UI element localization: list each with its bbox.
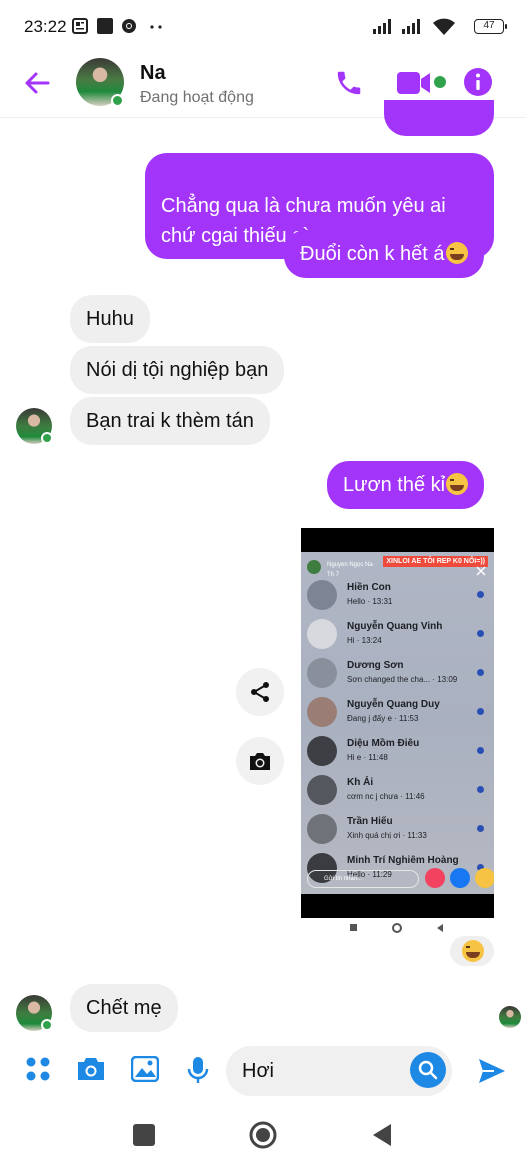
recent-apps-icon[interactable] — [133, 1124, 155, 1146]
signal-icon-2 — [402, 19, 420, 34]
list-item: Trần Hiếu Xinh quá chị ơi · 11:33 — [307, 810, 488, 848]
square-icon — [97, 18, 113, 34]
battery-indicator: 47 — [474, 19, 507, 34]
camera-icon — [250, 753, 270, 770]
list-item: Diệu Mồm Điêu Hi e · 11:48 — [307, 732, 488, 770]
message-text: Đuổi còn k hết á — [300, 243, 445, 265]
shared-profile-avatar — [307, 560, 321, 574]
save-image-button[interactable] — [236, 737, 284, 785]
laughing-emoji-icon — [462, 940, 484, 962]
microphone-icon[interactable] — [187, 1056, 209, 1084]
system-navigation-bar — [0, 1106, 526, 1168]
news-icon — [72, 18, 88, 34]
list-item: Dương Sơn Sơn changed the cha... · 13:09 — [307, 654, 488, 692]
shared-image-navbar — [350, 923, 443, 933]
message-text: Chết mẹ — [86, 997, 162, 1019]
message-text: Nói dị tội nghiệp bạn — [86, 359, 269, 381]
apps-menu-icon[interactable] — [25, 1056, 51, 1082]
message-bubble-incoming[interactable]: Chết mẹ — [70, 984, 178, 1032]
shared-comment-field: Gửi tin nhắn... — [307, 870, 419, 888]
haha-react-icon — [475, 868, 494, 888]
video-active-dot — [434, 76, 446, 88]
list-item: Kh Ải cơm nc j chưa · 11:46 — [307, 771, 488, 809]
heart-react-icon — [425, 868, 445, 888]
signal-icon — [373, 19, 391, 34]
message-text: Bạn trai k thèm tán — [86, 410, 254, 432]
message-bubble-outgoing[interactable]: Lươn thế kỉ — [327, 461, 485, 509]
message-bubble-incoming[interactable]: Bạn trai k thèm tán — [70, 397, 270, 445]
online-indicator — [41, 1019, 53, 1031]
phone-call-icon[interactable] — [334, 68, 364, 98]
share-icon — [251, 682, 269, 702]
back-icon[interactable] — [371, 1122, 393, 1148]
grinning-sweat-emoji-icon — [445, 242, 468, 264]
chrome-icon — [122, 19, 136, 33]
contact-name[interactable]: Na — [140, 62, 166, 85]
more-icon — [150, 25, 162, 29]
close-icon — [476, 566, 486, 576]
list-item: Hiền Con Hello · 13:31 — [307, 576, 488, 614]
search-icon — [418, 1060, 438, 1080]
message-input[interactable]: Hơi — [226, 1046, 452, 1096]
status-time: 23:22 — [24, 17, 67, 36]
shared-profile-name: Nguyen Ngọc Na — [327, 562, 373, 568]
status-bar: 23:22 47 — [0, 0, 526, 56]
video-call-icon[interactable] — [397, 70, 433, 96]
home-icon[interactable] — [248, 1120, 278, 1150]
back-arrow-icon[interactable] — [22, 68, 52, 98]
info-icon[interactable] — [464, 68, 492, 96]
wifi-icon — [433, 18, 455, 35]
rolling-laughing-emoji-icon — [446, 473, 469, 495]
message-text: Huhu — [86, 308, 134, 330]
send-icon[interactable] — [478, 1058, 506, 1084]
read-receipt-avatar — [499, 1006, 521, 1028]
message-bubble-outgoing[interactable]: Đuổi còn k hết á — [284, 230, 484, 278]
list-item: Nguyễn Quang Vinh Hi · 13:24 — [307, 615, 488, 653]
like-react-icon — [450, 868, 470, 888]
message-bubble-cropped[interactable] — [384, 100, 494, 136]
reaction-bubble[interactable] — [450, 936, 494, 966]
message-text: Lươn thế kỉ — [343, 474, 446, 496]
message-bubble-incoming[interactable]: Nói dị tội nghiệp bạn — [70, 346, 285, 394]
share-button[interactable] — [236, 668, 284, 716]
message-input-text: Hơi — [242, 1060, 275, 1082]
shared-image[interactable]: Nguyen Ngọc Na Th 7 XINLOI AE TÔI REP K0… — [301, 528, 494, 918]
online-indicator — [41, 432, 53, 444]
shared-image-content: Nguyen Ngọc Na Th 7 XINLOI AE TÔI REP K0… — [301, 552, 494, 894]
message-bubble-incoming[interactable]: Huhu — [70, 295, 150, 343]
list-item: Nguyễn Quang Duy Đang j đấy e · 11:53 — [307, 693, 488, 731]
shared-banner: XINLOI AE TÔI REP K0 NỔI=)) — [383, 556, 488, 567]
message-composer: Hơi — [0, 1036, 526, 1106]
gallery-icon[interactable] — [131, 1056, 159, 1082]
emoji-search-button[interactable] — [410, 1052, 446, 1088]
online-indicator — [111, 94, 124, 107]
camera-icon[interactable] — [76, 1056, 106, 1082]
contact-status: Đang hoạt động — [140, 89, 254, 106]
